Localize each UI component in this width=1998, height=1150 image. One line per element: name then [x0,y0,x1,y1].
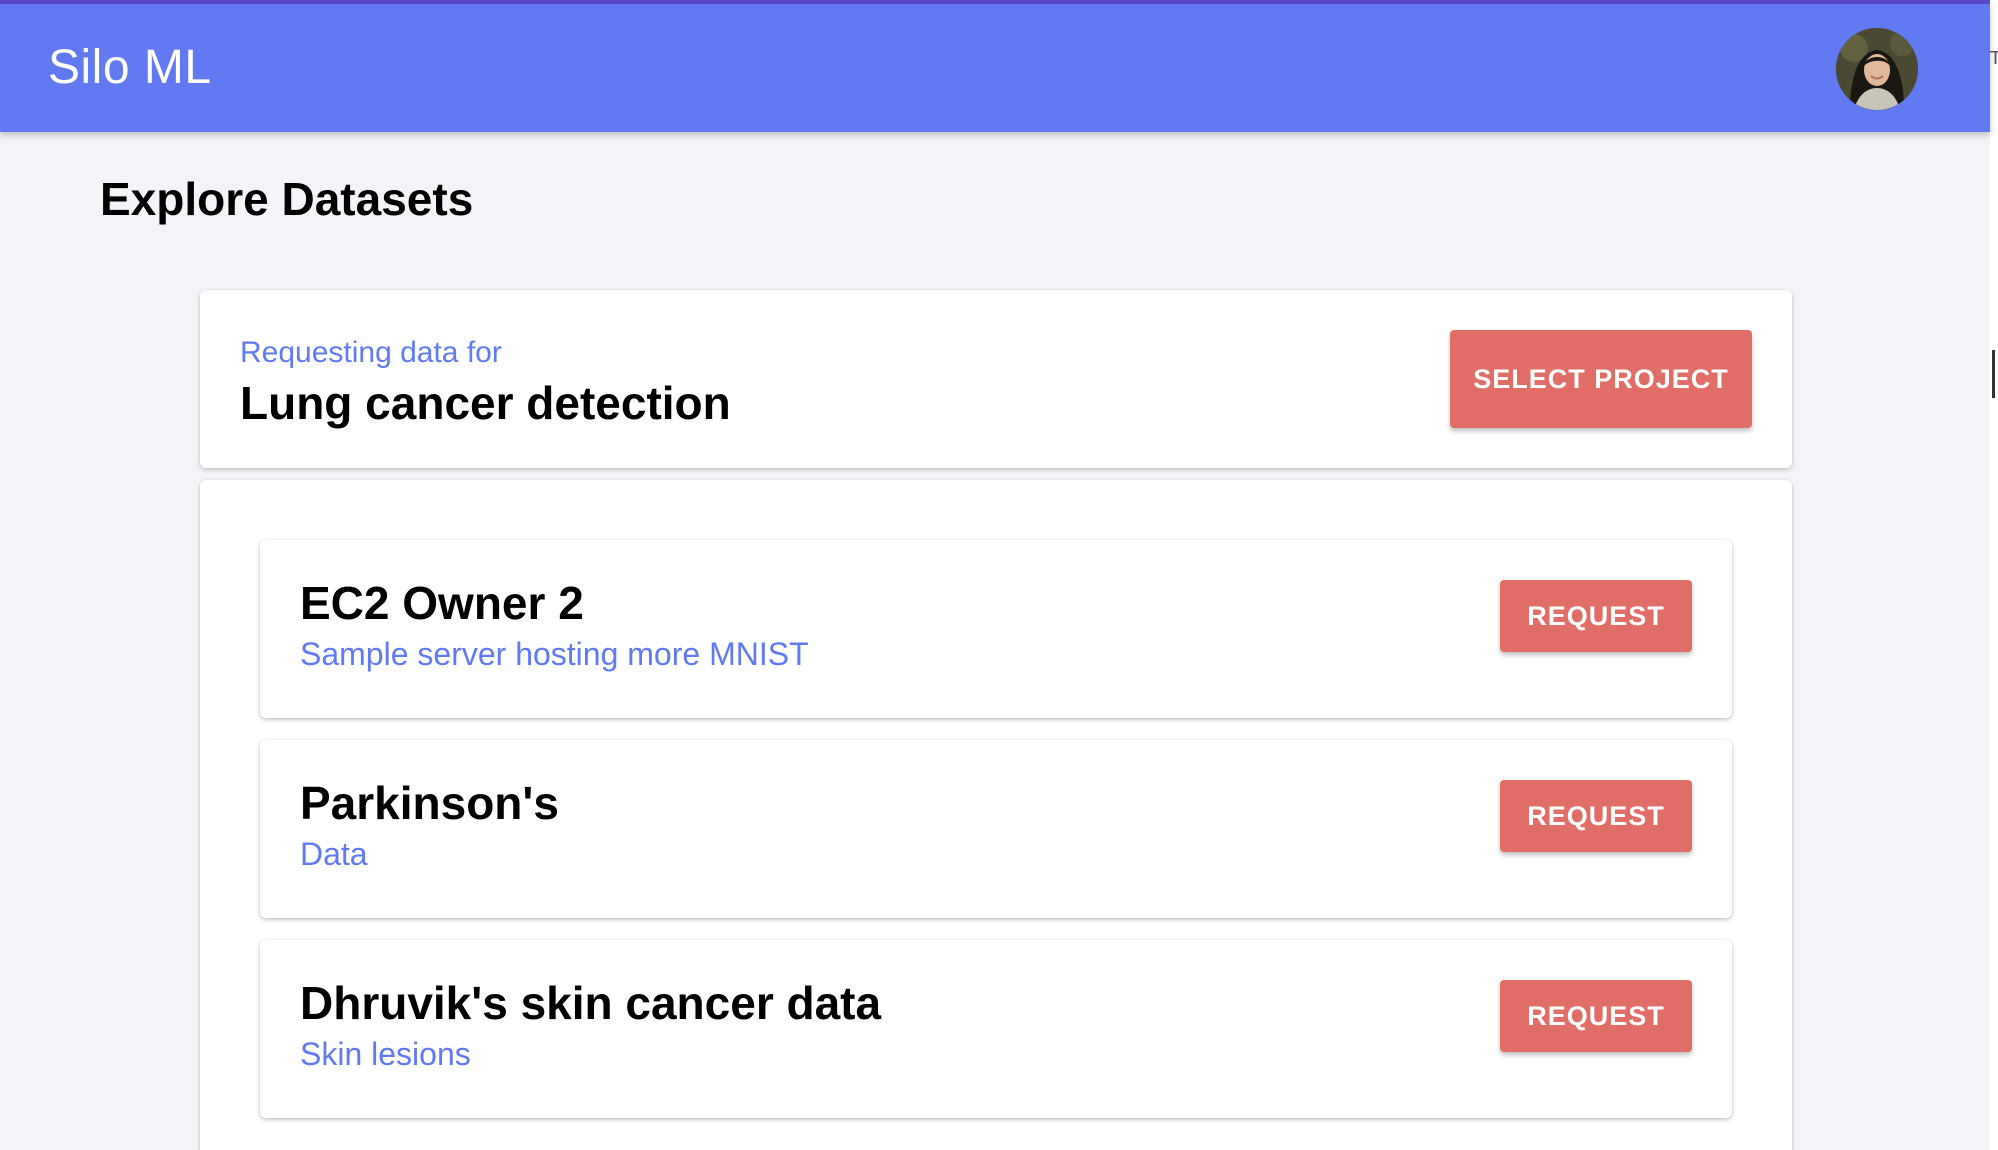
dataset-card: Dhruvik's skin cancer data Skin lesions … [260,940,1732,1118]
dataset-card: Parkinson's Data REQUEST [260,740,1732,918]
dataset-name: Dhruvik's skin cancer data [300,977,882,1029]
dataset-description: Data [300,836,368,872]
request-button[interactable]: REQUEST [1500,980,1692,1052]
app-title[interactable]: Silo ML [48,40,212,95]
project-name: Lung cancer detection [240,377,731,429]
adjacent-window-edge: T [1990,0,1998,1150]
clipped-text: T [1990,48,1998,69]
dataset-card: EC2 Owner 2 Sample server hosting more M… [260,540,1732,718]
clipped-mark [1992,350,1995,398]
request-button[interactable]: REQUEST [1500,580,1692,652]
project-subtitle: Requesting data for [240,336,502,369]
app-bar: Silo ML [0,4,1990,132]
request-button[interactable]: REQUEST [1500,780,1692,852]
dataset-list: EC2 Owner 2 Sample server hosting more M… [200,480,1792,1150]
user-avatar-icon[interactable] [1836,28,1918,110]
dataset-name: EC2 Owner 2 [300,577,584,629]
dataset-name: Parkinson's [300,777,559,829]
project-card: Requesting data for Lung cancer detectio… [200,290,1792,468]
dataset-description: Skin lesions [300,1036,471,1072]
main-area: Silo ML Explore Datasets Requesting data… [0,0,1990,1150]
page-title: Explore Datasets [100,173,474,225]
app-window: Silo ML Explore Datasets Requesting data… [0,0,1998,1150]
select-project-button[interactable]: SELECT PROJECT [1450,330,1752,428]
dataset-description: Sample server hosting more MNIST [300,636,809,672]
